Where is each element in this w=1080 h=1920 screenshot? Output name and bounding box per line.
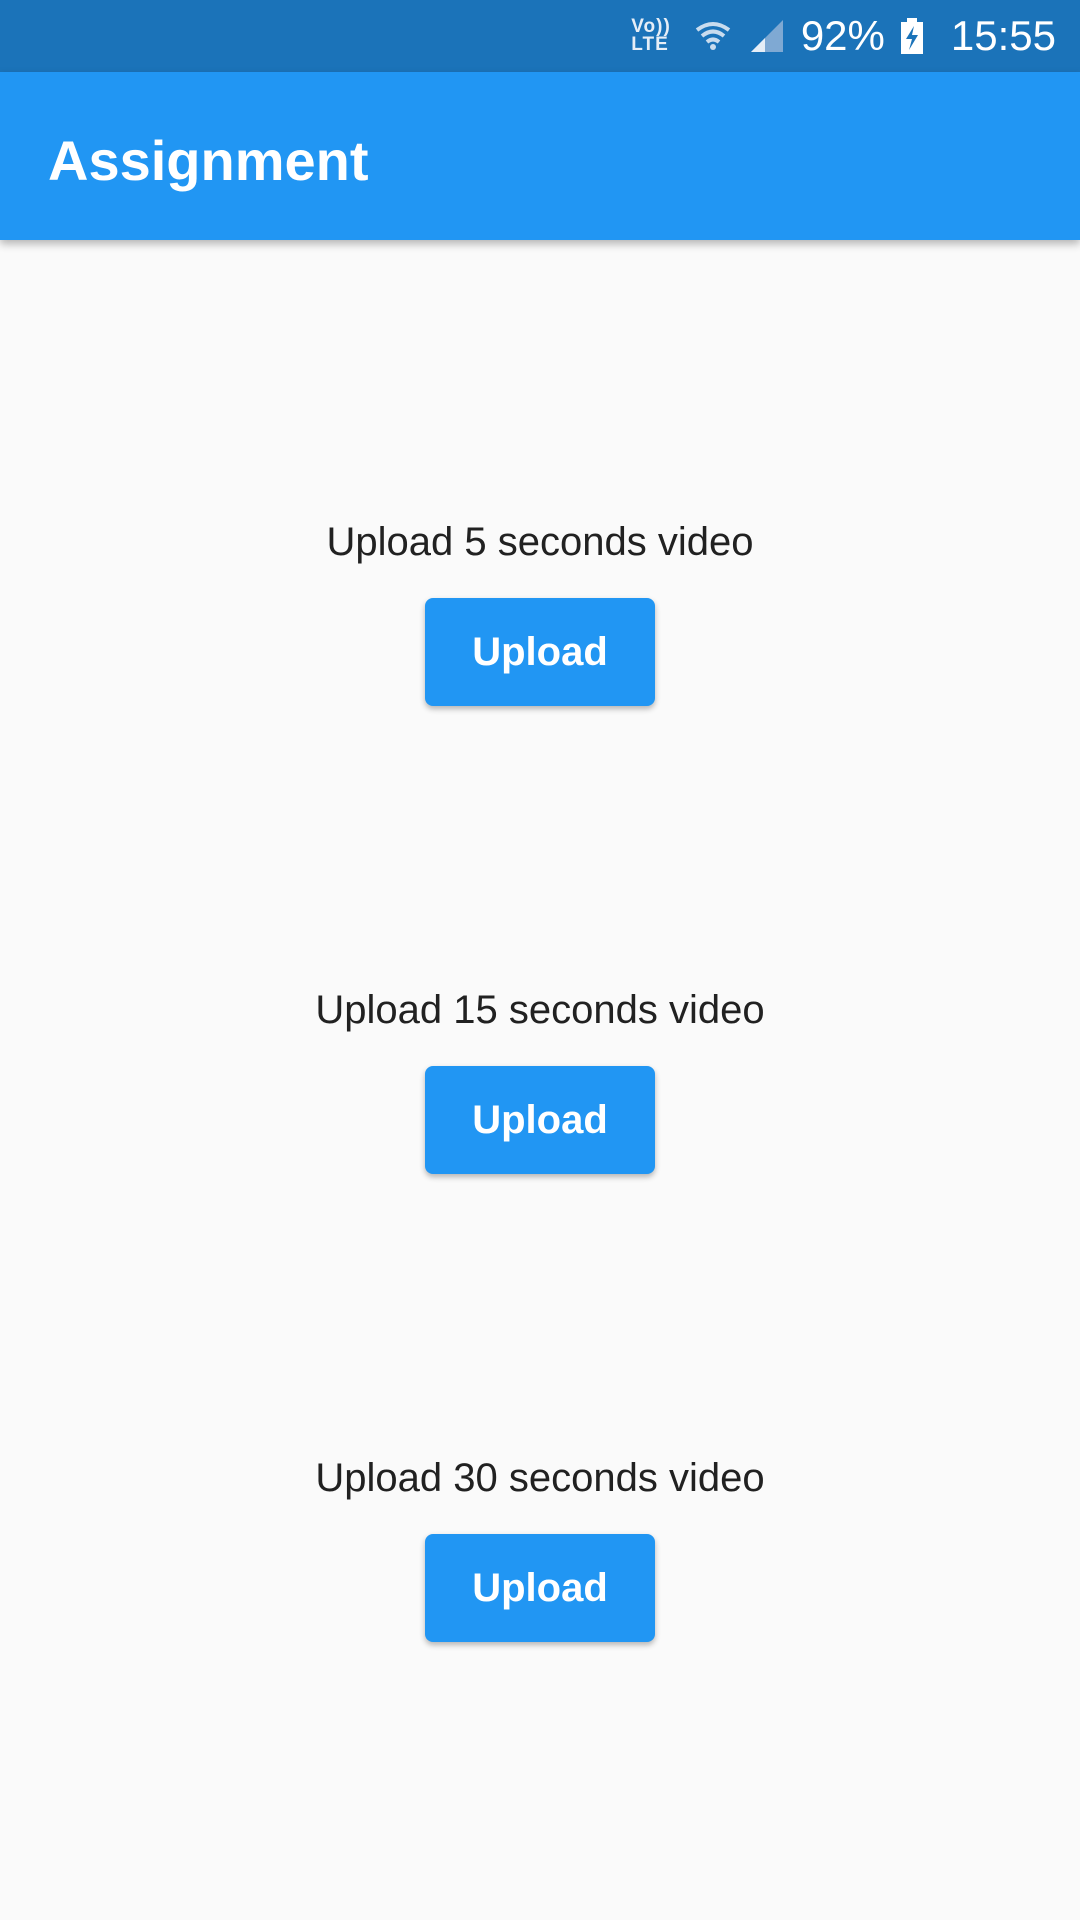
clock: 15:55 — [950, 12, 1056, 59]
status-icons: Vo)) LTE 92% 15:55 — [631, 0, 1056, 72]
battery-charging-icon — [899, 16, 925, 56]
upload-15s-button[interactable]: Upload — [425, 1066, 655, 1174]
upload-section-5s: Upload 5 seconds video Upload — [0, 516, 1080, 706]
section-label: Upload 30 seconds video — [315, 1456, 765, 1500]
upload-section-30s: Upload 30 seconds video Upload — [0, 1452, 1080, 1642]
section-label: Upload 15 seconds video — [315, 988, 765, 1032]
volte-indicator: Vo)) LTE — [631, 17, 671, 55]
page-title: Assignment — [48, 129, 369, 192]
battery-percentage: 92% — [800, 12, 885, 59]
upload-30s-button[interactable]: Upload — [425, 1534, 655, 1642]
section-label: Upload 5 seconds video — [326, 520, 754, 564]
wifi-icon — [693, 16, 733, 56]
upload-section-15s: Upload 15 seconds video Upload — [0, 984, 1080, 1174]
app-bar: Assignment — [0, 72, 1080, 240]
upload-5s-button[interactable]: Upload — [425, 598, 655, 706]
status-bar: Vo)) LTE 92% 15:55 — [0, 0, 1080, 72]
lte-label: LTE — [631, 34, 669, 55]
signal-icon — [747, 16, 787, 56]
